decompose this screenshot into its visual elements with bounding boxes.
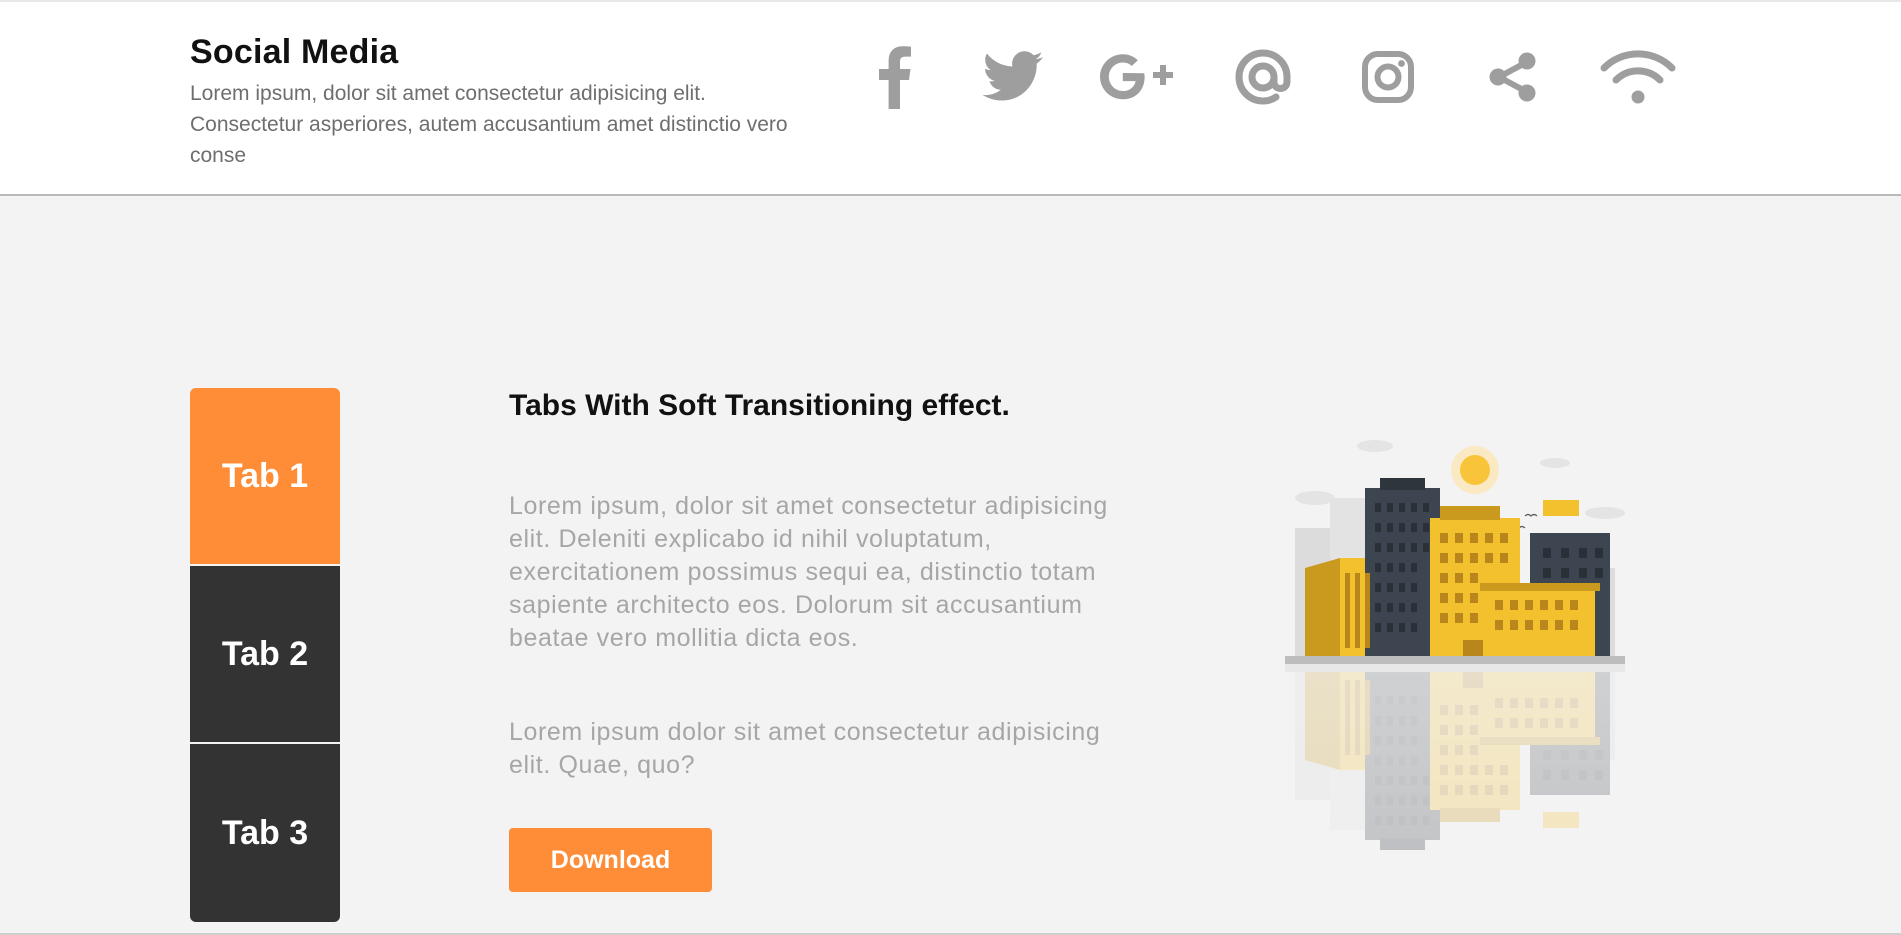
tab-1-label: Tab 1 xyxy=(221,456,309,495)
instagram-icon[interactable] xyxy=(1325,42,1450,112)
tab-2[interactable]: Tab 2 xyxy=(190,566,340,744)
at-sign-icon[interactable] xyxy=(1200,42,1325,112)
brand-title: Social Media xyxy=(190,33,399,71)
content-title: Tabs With Soft Transitioning effect. xyxy=(509,389,1010,422)
tab-1[interactable]: Tab 1 xyxy=(190,388,340,566)
site-header: Social Media Lorem ipsum, dolor sit amet… xyxy=(0,0,1901,196)
brand-description: Lorem ipsum, dolor sit amet consectetur … xyxy=(190,82,788,167)
content-paragraph-2: Lorem ipsum dolor sit amet consectetur a… xyxy=(509,718,1101,779)
download-button[interactable]: Download xyxy=(509,828,712,892)
share-icon[interactable] xyxy=(1450,42,1575,112)
social-icons-row xyxy=(860,42,1700,112)
city-illustration xyxy=(1285,440,1630,933)
google-plus-icon[interactable] xyxy=(1075,42,1200,112)
tab-content: Tabs With Soft Transitioning effect. Lor… xyxy=(509,386,1149,892)
main-section: Tab 1 Tab 2 Tab 3 Tabs With Soft Transit… xyxy=(0,196,1901,935)
wifi-icon[interactable] xyxy=(1575,42,1700,112)
tab-3-label: Tab 3 xyxy=(221,813,309,852)
tab-3[interactable]: Tab 3 xyxy=(190,744,340,922)
tab-list: Tab 1 Tab 2 Tab 3 xyxy=(190,388,340,922)
twitter-icon[interactable] xyxy=(950,42,1075,112)
brand-block: Social Media Lorem ipsum, dolor sit amet… xyxy=(190,32,810,171)
facebook-icon[interactable] xyxy=(860,42,930,112)
content-paragraph-1: Lorem ipsum, dolor sit amet consectetur … xyxy=(509,492,1108,652)
tab-2-label: Tab 2 xyxy=(221,634,309,673)
